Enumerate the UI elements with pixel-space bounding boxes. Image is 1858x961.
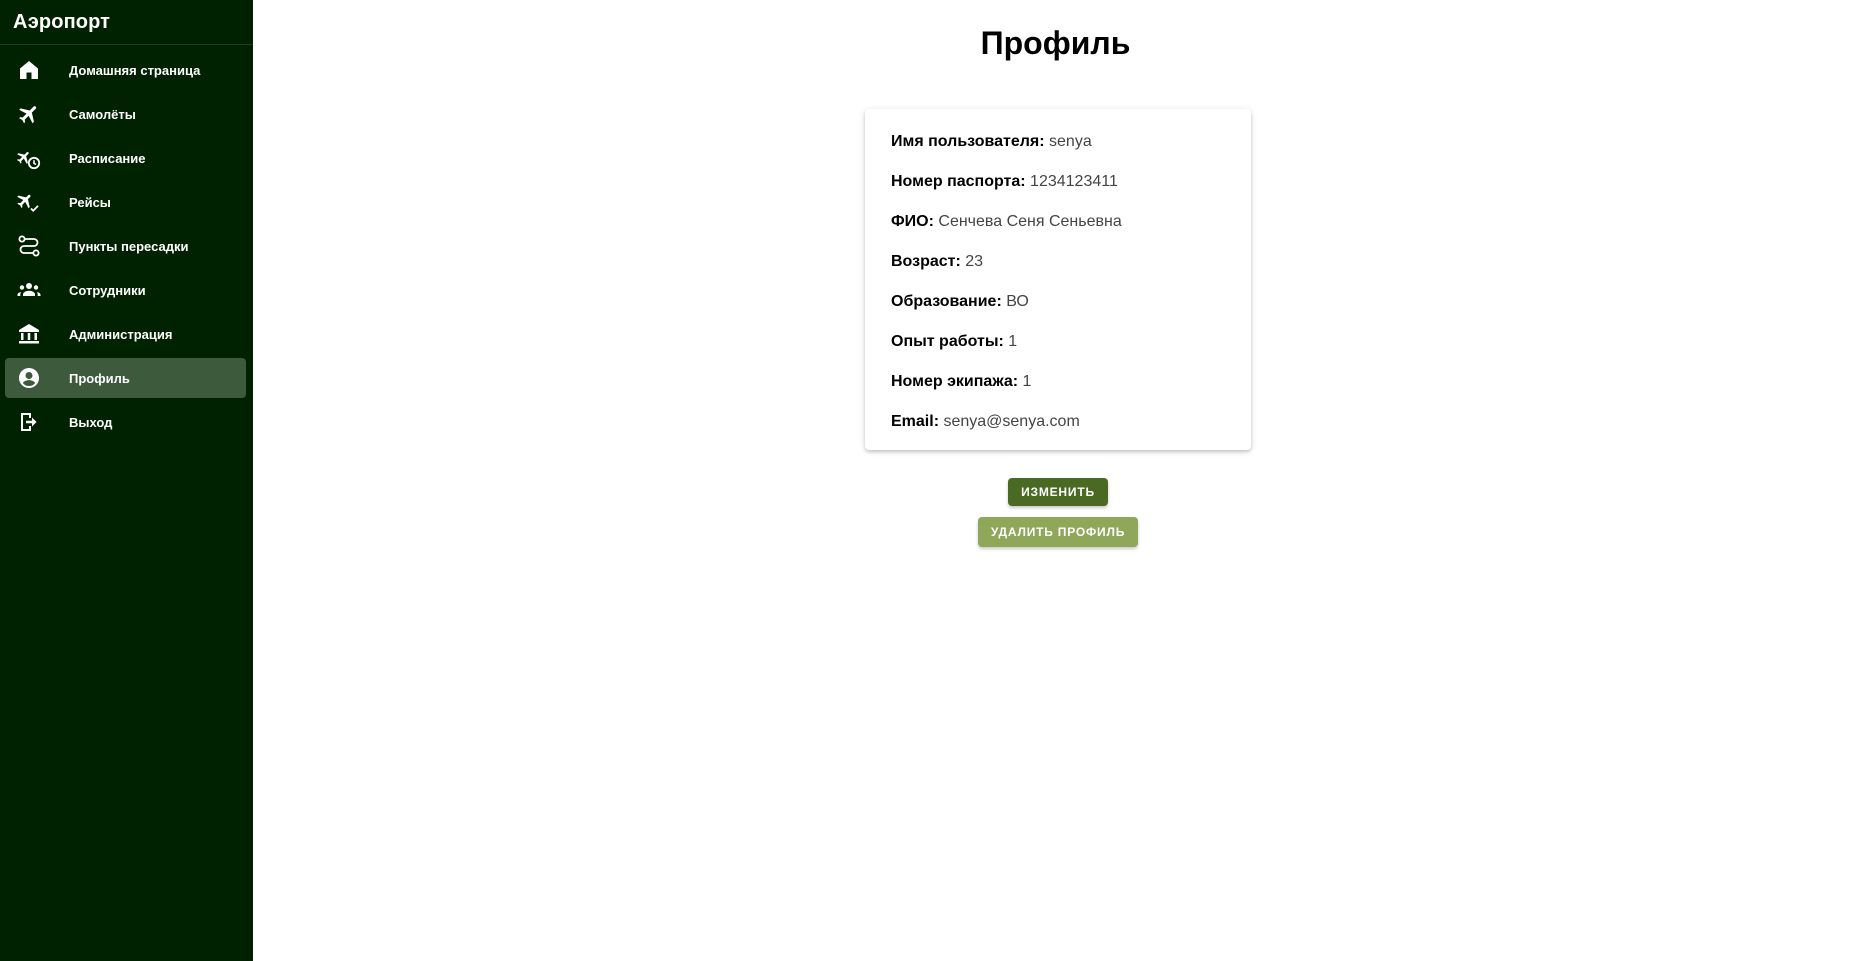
profile-field-full-name: ФИО: Сенчева Сеня Сеньевна: [891, 211, 1225, 251]
main-content: Профиль Имя пользователя: senya Номер па…: [253, 0, 1858, 961]
profile-field-education: Образование: ВО: [891, 291, 1225, 331]
sidebar-item-label: Самолёты: [69, 106, 136, 122]
sidebar-item-airplanes[interactable]: Самолёты: [5, 94, 246, 134]
profile-field-age: Возраст: 23: [891, 251, 1225, 291]
edit-profile-button[interactable]: Изменить: [1008, 478, 1108, 506]
sidebar-item-logout[interactable]: Выход: [5, 402, 246, 442]
logout-icon: [9, 402, 49, 442]
sidebar-item-flights[interactable]: Рейсы: [5, 182, 246, 222]
delete-profile-button[interactable]: Удалить профиль: [978, 517, 1138, 547]
app-title: Аэропорт: [13, 10, 111, 33]
profile-field-username: Имя пользователя: senya: [891, 131, 1225, 171]
field-label: Номер экипажа:: [891, 373, 1019, 390]
flight-check-icon: [9, 182, 49, 222]
sidebar-nav: Домашняя страница Самолёты Расписание Ре…: [0, 45, 253, 442]
app-root: Аэропорт Домашняя страница Самолёты Расп…: [0, 0, 1858, 961]
sidebar-item-label: Домашняя страница: [69, 62, 201, 78]
field-value: senya@senya.com: [943, 413, 1080, 430]
field-value: Сенчева Сеня Сеньевна: [938, 213, 1122, 230]
field-label: Email:: [891, 413, 940, 430]
field-value: 1234123411: [1030, 173, 1118, 190]
home-icon: [9, 50, 49, 90]
sidebar-item-label: Рейсы: [69, 194, 111, 210]
sidebar-item-home[interactable]: Домашняя страница: [5, 50, 246, 90]
route-icon: [9, 226, 49, 266]
sidebar: Аэропорт Домашняя страница Самолёты Расп…: [0, 0, 253, 961]
sidebar-item-schedule[interactable]: Расписание: [5, 138, 246, 178]
field-label: Образование:: [891, 293, 1002, 310]
airplane-icon: [9, 94, 49, 134]
sidebar-item-label: Профиль: [69, 370, 130, 386]
field-label: ФИО:: [891, 213, 934, 230]
profile-field-passport: Номер паспорта: 1234123411: [891, 171, 1225, 211]
schedule-icon: [9, 138, 49, 178]
sidebar-item-transfer-points[interactable]: Пункты пересадки: [5, 226, 246, 266]
profile-field-experience: Опыт работы: 1: [891, 331, 1225, 371]
field-label: Имя пользователя:: [891, 133, 1045, 150]
institution-icon: [9, 314, 49, 354]
page-title: Профиль: [980, 25, 1131, 61]
field-label: Номер паспорта:: [891, 173, 1026, 190]
profile-card: Имя пользователя: senya Номер паспорта: …: [865, 109, 1251, 450]
field-value: 1: [1008, 333, 1018, 350]
field-label: Возраст:: [891, 253, 961, 270]
profile-field-crew-number: Номер экипажа: 1: [891, 371, 1225, 411]
sidebar-item-profile[interactable]: Профиль: [5, 358, 246, 398]
field-value: senya: [1049, 133, 1092, 150]
field-value: ВО: [1006, 293, 1029, 310]
sidebar-header: Аэропорт: [0, 0, 253, 45]
sidebar-item-administration[interactable]: Администрация: [5, 314, 246, 354]
people-icon: [9, 270, 49, 310]
profile-field-email: Email: senya@senya.com: [891, 411, 1225, 451]
field-label: Опыт работы:: [891, 333, 1004, 350]
sidebar-item-label: Пункты пересадки: [69, 238, 189, 254]
sidebar-item-label: Сотрудники: [69, 282, 146, 298]
sidebar-item-label: Расписание: [69, 150, 146, 166]
sidebar-item-employees[interactable]: Сотрудники: [5, 270, 246, 310]
sidebar-item-label: Администрация: [69, 326, 173, 342]
account-circle-icon: [9, 358, 49, 398]
sidebar-item-label: Выход: [69, 414, 113, 430]
field-value: 1: [1022, 373, 1032, 390]
field-value: 23: [965, 253, 984, 270]
